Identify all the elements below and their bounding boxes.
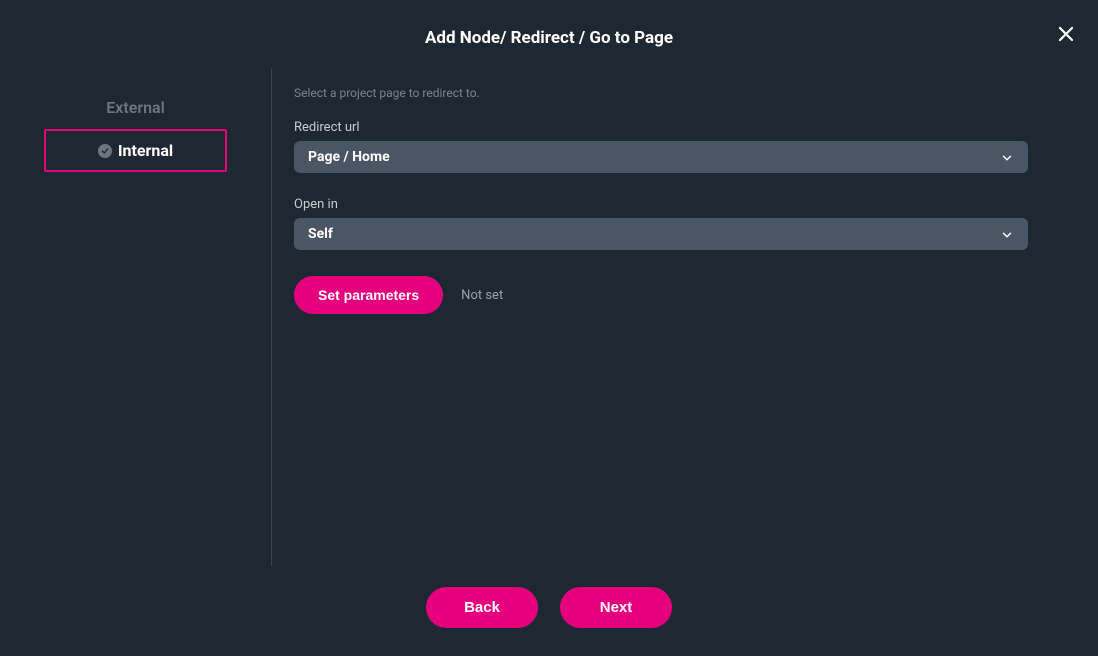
modal-title: Add Node/ Redirect / Go to Page — [0, 28, 1098, 48]
parameters-row: Set parameters Not set — [294, 276, 1028, 314]
close-button[interactable] — [1054, 24, 1078, 48]
redirect-url-select[interactable]: Page / Home — [294, 141, 1028, 173]
chevron-down-icon — [1000, 227, 1014, 241]
close-icon — [1057, 25, 1075, 47]
modal-header: Add Node/ Redirect / Go to Page — [0, 0, 1098, 68]
add-node-modal: Add Node/ Redirect / Go to Page External… — [0, 0, 1098, 656]
modal-footer: Back Next — [0, 571, 1098, 656]
tab-internal[interactable]: Internal — [44, 129, 227, 172]
back-button[interactable]: Back — [426, 587, 538, 628]
tab-label: Internal — [118, 141, 173, 160]
tab-external[interactable]: External — [44, 86, 227, 129]
modal-body: External Internal Select a project page … — [0, 68, 1098, 571]
tab-label: External — [106, 98, 165, 117]
next-button[interactable]: Next — [560, 587, 672, 628]
select-value: Self — [308, 226, 333, 242]
open-in-select[interactable]: Self — [294, 218, 1028, 250]
sidebar: External Internal — [0, 68, 272, 566]
chevron-down-icon — [1000, 150, 1014, 164]
field-open-in: Open in Self — [294, 197, 1028, 250]
field-label: Redirect url — [294, 120, 1028, 135]
set-parameters-button[interactable]: Set parameters — [294, 276, 443, 314]
field-redirect-url: Redirect url Page / Home — [294, 120, 1028, 173]
field-label: Open in — [294, 197, 1028, 212]
check-circle-icon — [98, 144, 112, 158]
helper-text: Select a project page to redirect to. — [294, 86, 1028, 100]
select-value: Page / Home — [308, 149, 390, 165]
parameters-status: Not set — [461, 288, 503, 303]
content-panel: Select a project page to redirect to. Re… — [272, 68, 1098, 571]
